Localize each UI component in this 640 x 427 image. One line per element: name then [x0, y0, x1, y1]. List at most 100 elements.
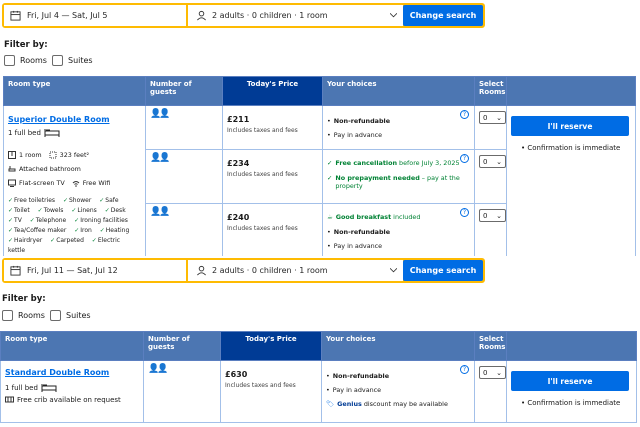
- change-search-button[interactable]: Change search: [403, 5, 483, 26]
- guest-selector[interactable]: 2 adults · 0 children · 1 room: [188, 5, 403, 26]
- info-icon[interactable]: ?: [460, 208, 469, 217]
- header-price: Today's Price: [222, 76, 323, 106]
- price-value: £234: [227, 159, 250, 168]
- bed-icon: [44, 128, 60, 137]
- date-range: Fri, Jul 4 — Sat, Jul 5: [27, 11, 108, 20]
- header-choices: Your choices: [322, 76, 475, 106]
- room-count-select[interactable]: 0 ⌄: [479, 111, 506, 124]
- room-name-link[interactable]: Superior Double Room: [8, 115, 141, 124]
- chevron-down-icon: [390, 268, 397, 273]
- select-cell: 0 ⌄: [474, 360, 507, 423]
- select-cell: 0 ⌄: [474, 203, 507, 256]
- crib-icon: [5, 396, 14, 404]
- filter-rooms[interactable]: Rooms: [2, 310, 45, 321]
- room-count-select[interactable]: 0 ⌄: [479, 209, 506, 222]
- reserve-button[interactable]: I'll reserve: [511, 371, 629, 391]
- bathroom-label: Attached bathroom: [19, 165, 81, 173]
- info-icon[interactable]: ?: [460, 110, 469, 119]
- rooms-checkbox[interactable]: [2, 310, 13, 321]
- header-reserve: [506, 76, 636, 106]
- person-icon: [196, 10, 207, 21]
- filter-suites[interactable]: Suites: [50, 310, 91, 321]
- amenity: ✓Hairdryer: [8, 237, 43, 244]
- room-size-row: 1 room 323 feet²: [8, 151, 141, 159]
- amenity: ✓Tea/Coffee maker: [8, 227, 67, 234]
- rooms-table: Room type Number of guests Today's Price…: [0, 331, 637, 423]
- filter-suites[interactable]: Suites: [52, 55, 93, 66]
- crib-label: Free crib available on request: [17, 396, 121, 404]
- guests-cell: 👤👤: [145, 149, 223, 204]
- choice-item: • Non-refundable: [327, 117, 391, 125]
- wifi-icon: [72, 179, 80, 187]
- room-name-link[interactable]: Standard Double Room: [5, 368, 139, 377]
- select-cell: 0 ⌄: [474, 105, 507, 150]
- room-details-cell: Standard Double Room 1 full bed Free cri…: [0, 360, 144, 423]
- suites-checkbox[interactable]: [50, 310, 61, 321]
- amenity: ✓Toilet: [8, 207, 30, 214]
- price-note: Includes taxes and fees: [227, 127, 298, 134]
- amenity: ✓Telephone: [29, 217, 67, 224]
- amenity: ✓Heating: [99, 227, 130, 234]
- two-guests-icon: 👤👤: [148, 364, 168, 374]
- price-cell: £630 Includes taxes and fees: [220, 360, 322, 423]
- filter-title: Filter by:: [4, 40, 48, 50]
- reserve-button[interactable]: I'll reserve: [511, 116, 629, 136]
- chevron-down-icon: [390, 13, 397, 18]
- guest-selector[interactable]: 2 adults · 0 children · 1 room: [188, 260, 403, 281]
- date-range: Fri, Jul 11 — Sat, Jul 12: [27, 266, 118, 275]
- reserve-cell: I'll reserve • Confirmation is immediate: [506, 360, 637, 423]
- price-note: Includes taxes and fees: [227, 171, 298, 178]
- area-icon: [49, 151, 57, 159]
- confirmation-note: • Confirmation is immediate: [521, 144, 621, 152]
- header-select: Select Rooms: [474, 76, 507, 106]
- filter-rooms[interactable]: Rooms: [4, 55, 47, 66]
- person-icon: [196, 265, 207, 276]
- amenity: ✓Desk: [104, 207, 126, 214]
- amenity: ✓Shower: [62, 197, 92, 204]
- calendar-icon: [10, 10, 21, 21]
- rooms-checkbox[interactable]: [4, 55, 15, 66]
- choice-item: • Pay in advance: [326, 386, 382, 394]
- room-area: 323 feet²: [59, 151, 90, 159]
- date-picker[interactable]: Fri, Jul 11 — Sat, Jul 12: [4, 260, 188, 281]
- header-room-type: Room type: [3, 76, 146, 106]
- rooms-label: Rooms: [18, 311, 45, 320]
- choices-cell: ? • Non-refundable • Pay in advance 🏷 Geniu…: [321, 360, 475, 423]
- guest-summary: 2 adults · 0 children · 1 room: [212, 11, 328, 20]
- choice-item: • Pay in advance: [327, 131, 383, 139]
- choice-item: • Non-refundable: [327, 228, 391, 236]
- chevron-down-icon: ⌄: [496, 113, 502, 122]
- price-cell: £211 Includes taxes and fees: [222, 105, 323, 150]
- bed-info: 1 full bed: [5, 383, 139, 392]
- free-cancellation: ✓ Free cancellation before July 3, 2025: [327, 159, 460, 167]
- date-picker[interactable]: Fri, Jul 4 — Sat, Jul 5: [4, 5, 188, 26]
- choices-cell: ? ☕ Good breakfast included • Non-refundab…: [322, 203, 475, 256]
- coffee-icon: ☕: [327, 213, 333, 221]
- amenity: ✓Iron: [74, 227, 92, 234]
- header-room-type: Room type: [0, 331, 144, 361]
- price-value: £630: [225, 370, 248, 379]
- search-results-panel-1: Fri, Jul 4 — Sat, Jul 5 2 adults · 0 chi…: [0, 0, 640, 256]
- search-bar: Fri, Jul 4 — Sat, Jul 5 2 adults · 0 chi…: [2, 3, 485, 28]
- search-bar: Fri, Jul 11 — Sat, Jul 12 2 adults · 0 c…: [2, 258, 485, 283]
- room-count-select[interactable]: 0 ⌄: [479, 155, 506, 168]
- guests-cell: 👤👤: [145, 203, 223, 256]
- info-icon[interactable]: ?: [460, 154, 469, 163]
- price-cell: £240 Includes taxes and fees: [222, 203, 323, 256]
- change-search-button[interactable]: Change search: [403, 260, 483, 281]
- header-price: Today's Price: [220, 331, 322, 361]
- chevron-down-icon: ⌄: [496, 157, 502, 166]
- bath-icon: [8, 165, 16, 173]
- reserve-cell: I'll reserve • Confirmation is immediate: [506, 105, 636, 256]
- choice-item: • Non-refundable: [326, 372, 390, 380]
- chevron-down-icon: ⌄: [496, 211, 502, 220]
- info-icon[interactable]: ?: [460, 365, 469, 374]
- amenity: ✓Ironing facilities: [74, 217, 128, 224]
- suites-checkbox[interactable]: [52, 55, 63, 66]
- two-guests-icon: 👤👤: [150, 207, 170, 217]
- rooms-table: Room type Number of guests Today's Price…: [3, 76, 636, 256]
- price-note: Includes taxes and fees: [225, 382, 296, 389]
- two-guests-icon: 👤👤: [150, 153, 170, 163]
- price-note: Includes taxes and fees: [227, 225, 298, 232]
- room-count-select[interactable]: 0 ⌄: [479, 366, 506, 379]
